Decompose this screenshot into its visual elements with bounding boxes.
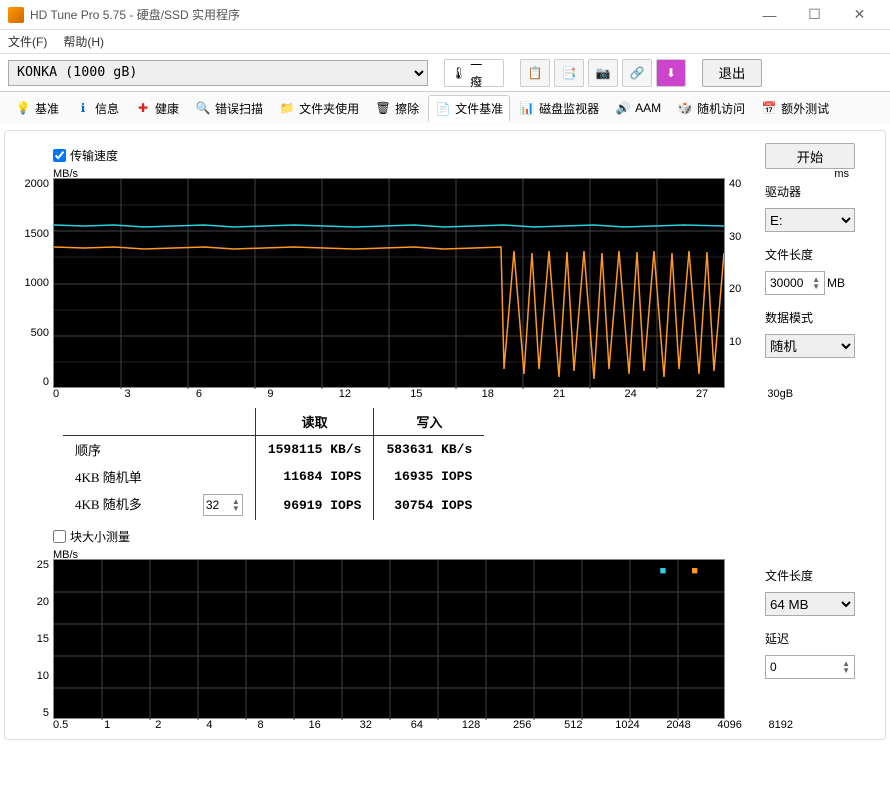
copy-info-icon[interactable]: 📋	[520, 59, 550, 87]
filelen-spinner[interactable]: 30000▲▼	[765, 271, 825, 295]
side-panel-2: 文件长度 64 MB 延迟 0▲▼	[765, 561, 865, 679]
save-icon[interactable]: ⬇	[656, 59, 686, 87]
drive-select[interactable]: KONKA (1000 gB)	[8, 60, 428, 86]
pattern-label: 数据模式	[765, 309, 865, 326]
chart1-x-axis: 036912151821242730gB	[53, 388, 793, 400]
chart1-y2-axis: 40302010	[725, 178, 753, 388]
tabbar: 💡基准 ℹ信息 ✚健康 🔍错误扫描 📁文件夹使用 🗑擦除 📄文件基准 📊磁盘监视…	[0, 92, 890, 126]
table-row: 顺序 1598115 KB/s 583631 KB/s	[63, 436, 484, 464]
tab-errorscan[interactable]: 🔍错误扫描	[188, 95, 270, 122]
maximize-button[interactable]: ☐	[792, 1, 837, 29]
tab-random[interactable]: 🎲随机访问	[670, 95, 752, 122]
chart2-y-axis: 252015105	[13, 559, 53, 719]
filelen2-combo[interactable]: 64 MB	[765, 592, 855, 616]
filelen2-label: 文件长度	[765, 567, 865, 584]
tab-monitor[interactable]: 📊磁盘监视器	[512, 95, 606, 122]
side-panel-1: 开始 驱动器 E: 文件长度 30000▲▼ MB 数据模式 随机	[765, 143, 865, 358]
file-icon: 📄	[435, 101, 451, 117]
random-icon: 🎲	[677, 100, 693, 116]
drive-label: 驱动器	[765, 183, 865, 200]
bulb-icon: 💡	[15, 100, 31, 116]
delay-label: 延迟	[765, 630, 865, 647]
chart2-x-axis: 0.512481632641282565121024204840968192	[53, 719, 793, 731]
drive-combo[interactable]: E:	[765, 208, 855, 232]
speaker-icon: 🔊	[615, 100, 631, 116]
blocksize-checkbox[interactable]	[53, 530, 66, 543]
menu-file[interactable]: 文件(F)	[8, 33, 47, 50]
tab-filebench[interactable]: 📄文件基准	[428, 95, 510, 123]
copy-screenshot-icon[interactable]: 📑	[554, 59, 584, 87]
threads-spinner[interactable]: 32▲▼	[203, 494, 243, 516]
tab-benchmark[interactable]: 💡基准	[8, 95, 66, 122]
start-button[interactable]: 开始	[765, 143, 855, 169]
tab-health[interactable]: ✚健康	[128, 95, 186, 122]
table-row: 4KB 随机单 11684 IOPS 16935 IOPS	[63, 463, 484, 490]
close-button[interactable]: ✕	[837, 1, 882, 29]
monitor-icon: 📊	[519, 100, 535, 116]
chart2-plot: ■读取 ■写入	[53, 559, 725, 719]
results-table: 读取写入 顺序 1598115 KB/s 583631 KB/s 4KB 随机单…	[63, 408, 877, 520]
screenshot-icon[interactable]: 📷	[588, 59, 618, 87]
extra-icon: 📅	[761, 100, 777, 116]
blocksize-header: 块大小测量	[53, 528, 877, 545]
trash-icon: 🗑	[375, 100, 391, 116]
tab-folder[interactable]: 📁文件夹使用	[272, 95, 366, 122]
tab-aam[interactable]: 🔊AAM	[608, 95, 668, 121]
menubar: 文件(F) 帮助(H)	[0, 30, 890, 54]
filelen-label: 文件长度	[765, 246, 865, 263]
health-icon: ✚	[135, 100, 151, 116]
window-title: HD Tune Pro 5.75 - 硬盘/SSD 实用程序	[30, 6, 747, 23]
temperature-display: 🌡 一 癈	[444, 59, 504, 87]
app-icon	[8, 7, 24, 23]
tab-extra[interactable]: 📅额外测试	[754, 95, 836, 122]
exit-button[interactable]: 退出	[702, 59, 762, 87]
menu-help[interactable]: 帮助(H)	[63, 33, 104, 50]
main-content: 传输速度 MB/sms 2000150010005000 40302010 03…	[4, 130, 886, 740]
chart1-plot	[53, 178, 725, 388]
transfer-speed-checkbox[interactable]	[53, 149, 66, 162]
options-icon[interactable]: 🔗	[622, 59, 652, 87]
pattern-combo[interactable]: 随机	[765, 334, 855, 358]
minimize-button[interactable]: —	[747, 1, 792, 29]
magnifier-icon: 🔍	[195, 100, 211, 116]
folder-icon: 📁	[279, 100, 295, 116]
info-icon: ℹ	[75, 100, 91, 116]
tab-info[interactable]: ℹ信息	[68, 95, 126, 122]
tab-erase[interactable]: 🗑擦除	[368, 95, 426, 122]
toolbar: KONKA (1000 gB) 🌡 一 癈 📋 📑 📷 🔗 ⬇ 退出	[0, 54, 890, 92]
transfer-speed-header: 传输速度	[53, 147, 877, 164]
chart1-y-axis: 2000150010005000	[13, 178, 53, 388]
thermometer-icon: 🌡	[451, 66, 466, 80]
delay-spinner[interactable]: 0▲▼	[765, 655, 855, 679]
table-row: 4KB 随机多 32▲▼ 96919 IOPS 30754 IOPS	[63, 490, 484, 520]
titlebar: HD Tune Pro 5.75 - 硬盘/SSD 实用程序 — ☐ ✕	[0, 0, 890, 30]
